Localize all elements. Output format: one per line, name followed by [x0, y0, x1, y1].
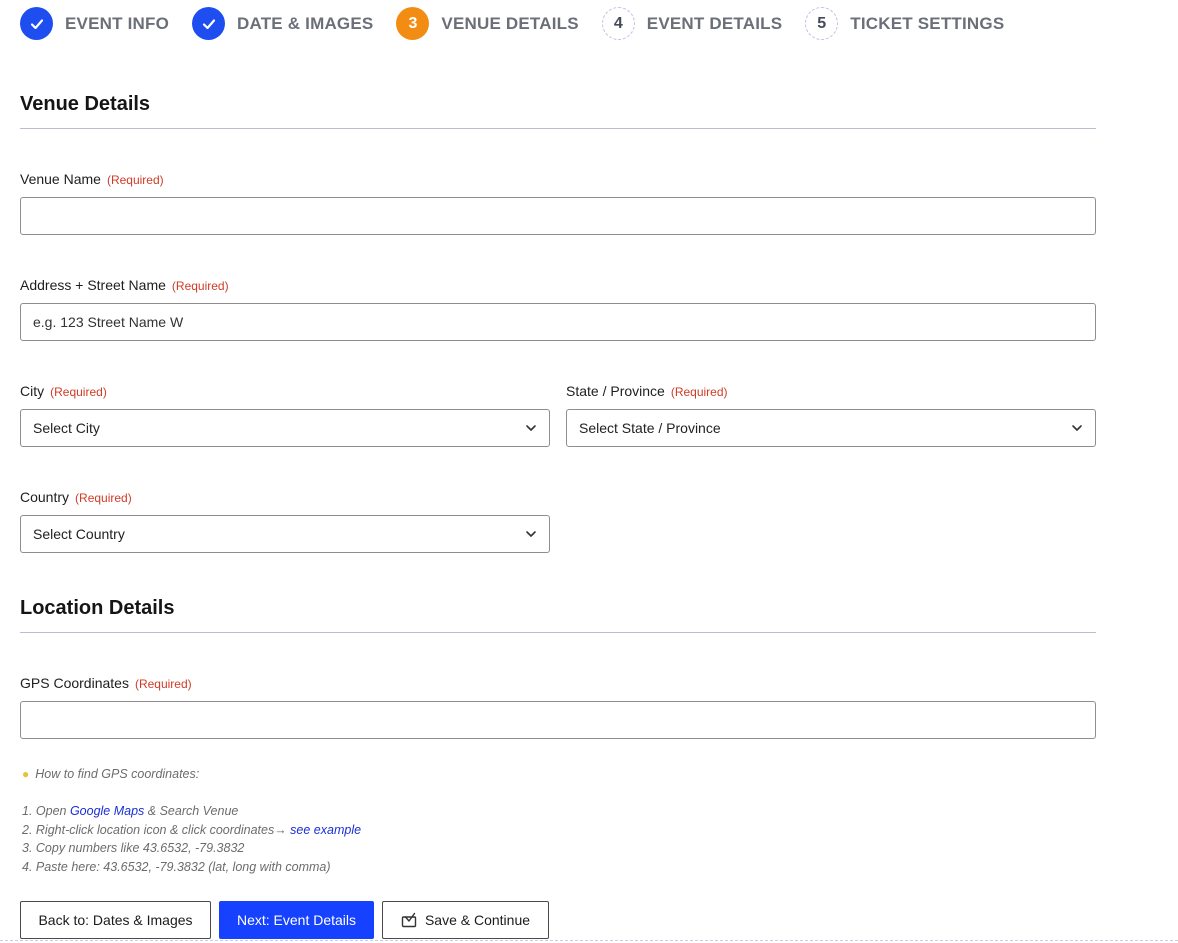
step-label: VENUE DETAILS	[441, 13, 579, 33]
venue-name-label: Venue Name (Required)	[20, 171, 164, 187]
select-value: Select City	[33, 420, 100, 436]
label-text: State / Province	[566, 383, 665, 399]
page-bottom-border	[0, 940, 1178, 941]
help-step-3: 3. Copy numbers like 43.6532, -79.3832	[22, 841, 245, 855]
step-number: 5	[805, 7, 839, 40]
required-tag: (Required)	[106, 173, 164, 187]
state-select[interactable]: Select State / Province	[566, 409, 1096, 447]
help-heading-text: How to find GPS coordinates:	[35, 767, 200, 781]
next-button[interactable]: Next: Event Details	[219, 901, 374, 939]
step-label: EVENT INFO	[65, 13, 170, 33]
see-example-link[interactable]: see example	[290, 823, 361, 837]
help-step-1: 1. Open Google Maps & Search Venue	[22, 804, 238, 818]
chevron-down-icon	[526, 425, 536, 431]
venue-details-heading: Venue Details	[20, 93, 151, 115]
label-text: City	[20, 383, 45, 399]
lightbulb-icon: ●	[22, 767, 30, 781]
chevron-down-icon	[526, 531, 536, 537]
save-icon	[401, 912, 417, 928]
step-date-images[interactable]: DATE & IMAGES	[192, 7, 373, 40]
step-label: TICKET SETTINGS	[850, 13, 1005, 33]
help-step-2: 2. Right-click location icon & click coo…	[22, 823, 361, 837]
venue-name-input[interactable]	[20, 197, 1096, 235]
address-label: Address + Street Name (Required)	[20, 277, 229, 293]
select-value: Select Country	[33, 526, 125, 542]
button-label: Save & Continue	[424, 912, 531, 928]
save-continue-button[interactable]: Save & Continue	[382, 901, 549, 939]
label-text: Country	[20, 489, 70, 505]
required-tag: (Required)	[50, 385, 107, 399]
step-number: 3	[396, 7, 430, 40]
step-label: EVENT DETAILS	[646, 13, 783, 33]
check-icon	[20, 7, 53, 40]
select-value: Select State / Province	[579, 420, 721, 436]
help-step-4: 4. Paste here: 43.6532, -79.3832 (lat, l…	[22, 860, 331, 874]
google-maps-link[interactable]: Google Maps	[70, 804, 144, 818]
required-tag: (Required)	[75, 491, 132, 505]
country-select[interactable]: Select Country	[20, 515, 550, 553]
step-number: 4	[601, 7, 635, 40]
required-tag: (Required)	[134, 677, 192, 691]
label-text: Address + Street Name	[20, 277, 166, 293]
gps-help-heading: ● How to find GPS coordinates:	[22, 767, 199, 781]
step-event-info[interactable]: EVENT INFO	[20, 7, 169, 40]
button-label: Back to: Dates & Images	[38, 912, 193, 928]
step-venue-details[interactable]: 3 VENUE DETAILS	[396, 7, 579, 40]
location-details-heading: Location Details	[20, 597, 175, 619]
help-text: & Search Venue	[144, 804, 239, 818]
step-event-details[interactable]: 4 EVENT DETAILS	[601, 7, 783, 40]
city-label: City (Required)	[20, 383, 107, 399]
divider	[20, 128, 1096, 129]
label-text: Venue Name	[20, 171, 101, 187]
step-label: DATE & IMAGES	[237, 13, 374, 33]
required-tag: (Required)	[171, 279, 229, 293]
required-tag: (Required)	[670, 385, 728, 399]
divider	[20, 632, 1096, 633]
progress-stepper: EVENT INFO DATE & IMAGES 3 VENUE DETAILS…	[20, 7, 1027, 40]
chevron-down-icon	[1072, 425, 1082, 431]
state-label: State / Province (Required)	[566, 383, 728, 399]
button-label: Next: Event Details	[236, 912, 357, 928]
help-text: 2. Right-click location icon & click coo…	[22, 823, 291, 837]
help-text: 1. Open	[22, 804, 70, 818]
gps-coordinates-input[interactable]	[20, 701, 1096, 739]
country-label: Country (Required)	[20, 489, 132, 505]
label-text: GPS Coordinates	[20, 675, 129, 691]
step-ticket-settings[interactable]: 5 TICKET SETTINGS	[805, 7, 1004, 40]
gps-label: GPS Coordinates (Required)	[20, 675, 192, 691]
venue-details-page: EVENT INFO DATE & IMAGES 3 VENUE DETAILS…	[0, 0, 1178, 943]
address-input[interactable]	[20, 303, 1096, 341]
city-select[interactable]: Select City	[20, 409, 550, 447]
check-icon	[192, 7, 226, 40]
back-button[interactable]: Back to: Dates & Images	[20, 901, 211, 939]
